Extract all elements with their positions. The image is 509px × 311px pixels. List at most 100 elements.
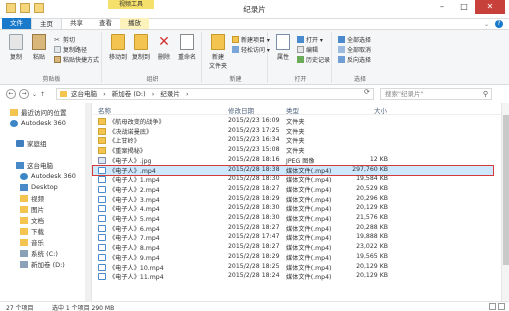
paste-shortcut-icon (54, 56, 61, 63)
back-button[interactable]: ← (6, 89, 16, 99)
copy-icon (9, 34, 23, 50)
file-row[interactable]: 《电子人》4.mp4 2015/2/28 18:30 媒体文件(.mp4) 20,12… (93, 204, 493, 213)
large-icons-view-icon[interactable] (498, 303, 505, 310)
media-file-icon (98, 253, 106, 261)
file-type: 媒体文件(.mp4) (286, 235, 332, 243)
select-none-button[interactable]: 全部取消 (338, 45, 371, 54)
file-size: 12 KB (369, 155, 388, 163)
properties-button[interactable]: 属性 (272, 34, 294, 61)
nav-item-pictures[interactable]: 图片 (20, 204, 44, 214)
file-row[interactable]: 《电子人》3.mp4 2015/2/28 18:29 媒体文件(.mp4) 20,29… (93, 195, 493, 204)
file-name: 《电子人》3.mp4 (109, 196, 160, 204)
cut-button[interactable]: ✂ 剪切 (54, 35, 75, 44)
details-view-icon[interactable] (489, 303, 496, 310)
copy-button[interactable]: 复制 (5, 34, 27, 61)
column-size[interactable]: 大小 (374, 105, 387, 115)
desktop-icon (20, 183, 28, 191)
file-list-scrollbar[interactable] (501, 103, 509, 301)
file-row[interactable]: 《电子人》9.mp4 2015/2/28 18:29 媒体文件(.mp4) 19,56… (93, 253, 493, 262)
open-button[interactable]: 打开 ▾ (297, 35, 323, 44)
tab-home[interactable]: 主页 (31, 18, 62, 29)
nav-item-downloads[interactable]: 下载 (20, 226, 44, 236)
nav-item-drive-c[interactable]: 系统 (C:) (20, 248, 58, 258)
column-date[interactable]: 修改日期 (228, 105, 254, 115)
file-name-cell: 《重案揭秘》 (98, 146, 146, 155)
clipboard-group-label: 剪贴板 (42, 76, 61, 83)
copy-path-button[interactable]: 复制路径 (54, 45, 87, 54)
maximize-button[interactable]: □ (453, 0, 475, 14)
breadcrumb-separator[interactable]: › (103, 90, 106, 98)
address-bar[interactable]: 这台电脑 › 新加卷 (D:) › 纪录片 › (56, 88, 374, 100)
file-row[interactable]: 《电子人》10.mp4 2015/2/28 18:25 媒体文件(.mp4) 20,1… (93, 263, 493, 272)
minimize-button[interactable]: – (431, 0, 453, 14)
file-list: 名称 修改日期 类型 大小 《航母改变的战争》 2015/2/23 16:09 文件… (92, 103, 509, 301)
breadcrumb-separator[interactable]: › (152, 90, 155, 98)
nav-item-music[interactable]: 音乐 (20, 237, 44, 247)
breadcrumb-current-folder[interactable]: 纪录片 (160, 90, 180, 98)
tab-play[interactable]: 播放 (120, 18, 149, 29)
file-row[interactable]: 《电子人》8.mp4 2015/2/28 18:27 媒体文件(.mp4) 23,02… (93, 243, 493, 252)
new-folder-button[interactable]: 新建 文件夹 (206, 34, 230, 70)
nav-item-autodesk[interactable]: Autodesk 360 (10, 118, 66, 128)
invert-selection-button[interactable]: 反向选择 (338, 55, 371, 64)
tab-file[interactable]: 文件 (2, 18, 31, 29)
nav-item-desktop[interactable]: Desktop (20, 182, 58, 192)
nav-item-documents[interactable]: 文档 (20, 215, 44, 225)
file-row[interactable]: 《决战诺曼底》 2015/2/23 17:25 文件夹 (93, 127, 493, 136)
nav-item-videos[interactable]: 视频 (20, 193, 44, 203)
breadcrumb-separator[interactable]: › (186, 90, 189, 98)
file-row[interactable]: 《电子人》1.mp4 2015/2/28 18:30 媒体文件(.mp4) 19,58… (93, 175, 493, 184)
paste-button[interactable]: 粘贴 (28, 34, 50, 61)
rename-button[interactable]: 重命名 (176, 34, 198, 61)
tab-share[interactable]: 共享 (62, 18, 91, 29)
forward-button[interactable]: → (19, 89, 29, 99)
search-placeholder: 搜索"纪录片" (385, 90, 424, 98)
open-label: 打开 ▾ (306, 37, 323, 44)
nav-item-recent[interactable]: 最近访问的位置 (10, 107, 67, 117)
file-type: 媒体文件(.mp4) (286, 264, 332, 272)
file-type: 媒体文件(.mp4) (286, 225, 332, 233)
file-row[interactable]: 《航母改变的战争》 2015/2/23 16:09 文件夹 (93, 117, 493, 126)
nav-item-homegroup[interactable]: 家庭组 (16, 138, 47, 148)
file-row[interactable]: 《重案揭秘》 2015/2/23 15:08 文件夹 (93, 146, 493, 155)
file-row[interactable]: 《上甘岭》 2015/2/23 16:34 文件夹 (93, 136, 493, 145)
media-file-icon (98, 234, 106, 242)
file-size: 19,584 KB (356, 175, 388, 183)
scrollbar-thumb[interactable] (503, 115, 509, 265)
media-file-icon (98, 244, 106, 252)
history-button[interactable]: 历史记录 (297, 55, 330, 64)
chevron-down-icon[interactable]: ⌄ (484, 21, 489, 28)
nav-scrollbar[interactable] (85, 103, 91, 301)
paste-shortcut-button[interactable]: 粘贴快捷方式 (54, 55, 99, 64)
column-name[interactable]: 名称 (98, 105, 111, 115)
easy-access-button[interactable]: 轻松访问 ▾ (232, 45, 270, 54)
nav-item-this-pc[interactable]: 这台电脑 (16, 160, 53, 170)
file-row[interactable]: 《电子人》.jpg 2015/2/28 18:16 JPEG 图像 12 KB (93, 156, 493, 165)
file-row[interactable]: 《电子人》6.mp4 2015/2/28 18:27 媒体文件(.mp4) 20,28… (93, 224, 493, 233)
help-icon[interactable]: ? (495, 20, 503, 28)
file-row[interactable]: 《电子人》11.mp4 2015/2/28 18:24 媒体文件(.mp4) 20,1… (93, 272, 493, 281)
column-type[interactable]: 类型 (286, 105, 299, 115)
file-name: 《电子人》7.mp4 (109, 235, 160, 243)
new-item-button[interactable]: 新建项目 ▾ (232, 35, 270, 44)
file-row[interactable]: 《电子人》5.mp4 2015/2/28 18:30 媒体文件(.mp4) 21,57… (93, 214, 493, 223)
breadcrumb-this-pc[interactable]: 这台电脑 (71, 90, 97, 98)
tab-view[interactable]: 查看 (91, 18, 120, 29)
nav-item-drive-d[interactable]: 新加卷 (D:) (20, 259, 65, 269)
file-row[interactable]: 《电子人》.mp4 2015/2/28 18:38 媒体文件(.mp4) 297,76… (92, 164, 494, 176)
close-button[interactable]: ✕ (475, 0, 505, 14)
up-button[interactable]: ↑ (40, 91, 45, 98)
refresh-icon[interactable]: ⟳ (364, 88, 370, 96)
search-input[interactable]: 搜索"纪录片" ⚲ (380, 88, 492, 100)
file-size: 20,288 KB (356, 223, 388, 231)
file-row[interactable]: 《电子人》7.mp4 2015/2/28 17:47 媒体文件(.mp4) 19,88… (93, 233, 493, 242)
edit-button[interactable]: 编辑 (297, 45, 318, 54)
nav-item-autodesk-pc[interactable]: Autodesk 360 (20, 171, 76, 181)
breadcrumb-drive-d[interactable]: 新加卷 (D:) (112, 90, 146, 98)
file-row[interactable]: 《电子人》2.mp4 2015/2/28 18:27 媒体文件(.mp4) 20,52… (93, 185, 493, 194)
recent-locations-button[interactable]: ⌄ (32, 91, 37, 98)
move-to-button[interactable]: 移动到 (107, 34, 129, 61)
copy-to-button[interactable]: 复制到 (130, 34, 152, 61)
delete-button[interactable]: ✕ 删除 (153, 34, 175, 61)
select-all-button[interactable]: 全部选择 (338, 35, 371, 44)
